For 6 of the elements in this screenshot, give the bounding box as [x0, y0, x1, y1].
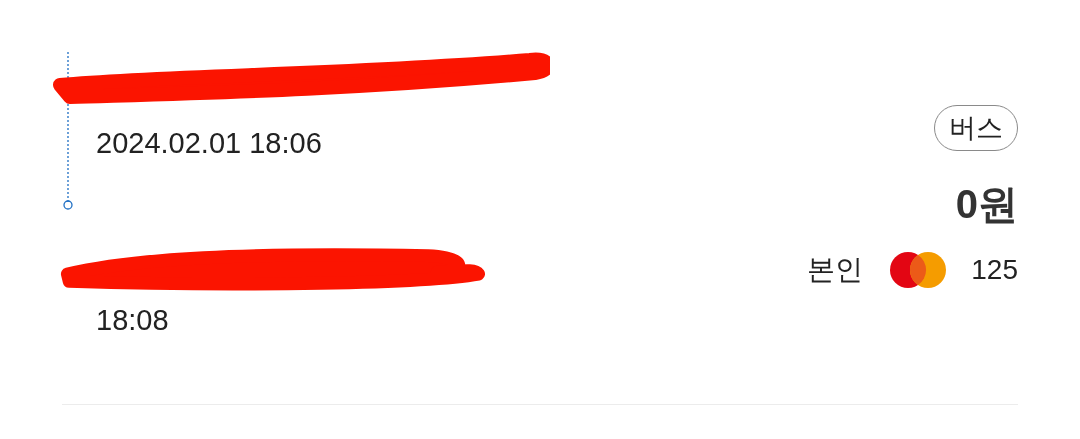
card-brand-icon: [889, 251, 948, 289]
stop-time: 2024.02.01 18:06: [96, 126, 323, 161]
payer-label: 본인: [807, 253, 864, 287]
card-number: 125: [971, 254, 1018, 286]
stop-time: 18:08: [96, 303, 170, 338]
fare-amount: 0원: [955, 181, 1018, 228]
